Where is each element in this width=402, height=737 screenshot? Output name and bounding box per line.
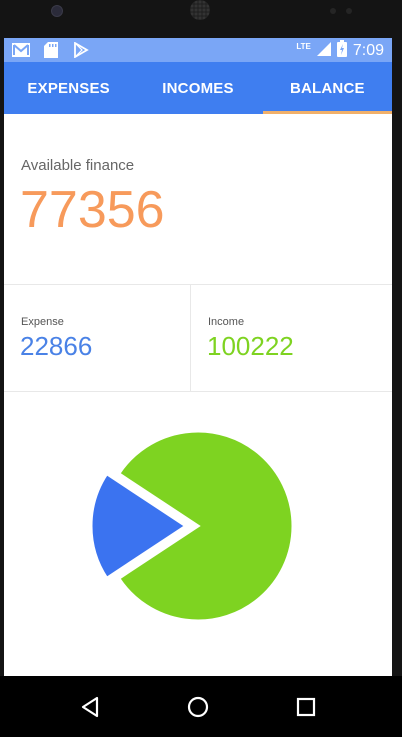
tab-incomes[interactable]: INCOMES	[133, 62, 262, 114]
gmail-icon	[12, 41, 30, 59]
app-screen: LTE 7:09 EXPENSES INCOMES BALANCE Availa…	[4, 38, 392, 676]
income-label: Income	[208, 316, 245, 328]
network-type: LTE	[296, 41, 311, 51]
android-nav-bar	[0, 676, 402, 737]
front-camera	[51, 5, 63, 17]
earpiece-speaker	[190, 0, 210, 20]
tab-expenses[interactable]: EXPENSES	[4, 62, 133, 114]
expense-label: Expense	[21, 316, 64, 328]
tab-balance[interactable]: BALANCE	[262, 62, 392, 114]
tab-label: INCOMES	[162, 79, 234, 97]
signal-icon	[316, 41, 331, 61]
device-bezel	[0, 0, 402, 38]
expense-value: 22866	[20, 331, 93, 361]
sd-card-icon	[42, 41, 60, 59]
summary-cards: Expense 22866 Income 100222	[4, 285, 392, 392]
proximity-sensor	[330, 8, 336, 14]
light-sensor	[346, 8, 352, 14]
pie-svg	[89, 429, 295, 623]
balance-pie-chart	[4, 392, 392, 676]
status-bar: LTE 7:09	[4, 38, 392, 62]
status-time: 7:09	[352, 42, 384, 59]
expense-card: Expense 22866	[4, 285, 191, 391]
income-card: Income 100222	[191, 285, 385, 391]
income-value: 100222	[207, 331, 294, 361]
recents-icon[interactable]	[292, 693, 320, 721]
tab-bar: EXPENSES INCOMES BALANCE	[4, 62, 392, 114]
play-store-icon	[72, 41, 90, 59]
tab-label: EXPENSES	[27, 79, 110, 97]
tab-label: BALANCE	[289, 79, 365, 97]
home-icon[interactable]	[184, 693, 212, 721]
available-finance-label: Available finance	[21, 157, 135, 174]
battery-icon	[336, 40, 347, 62]
available-finance-value: 77356	[20, 181, 165, 239]
back-icon[interactable]	[76, 693, 104, 721]
available-finance-section: Available finance 77356	[4, 114, 392, 285]
